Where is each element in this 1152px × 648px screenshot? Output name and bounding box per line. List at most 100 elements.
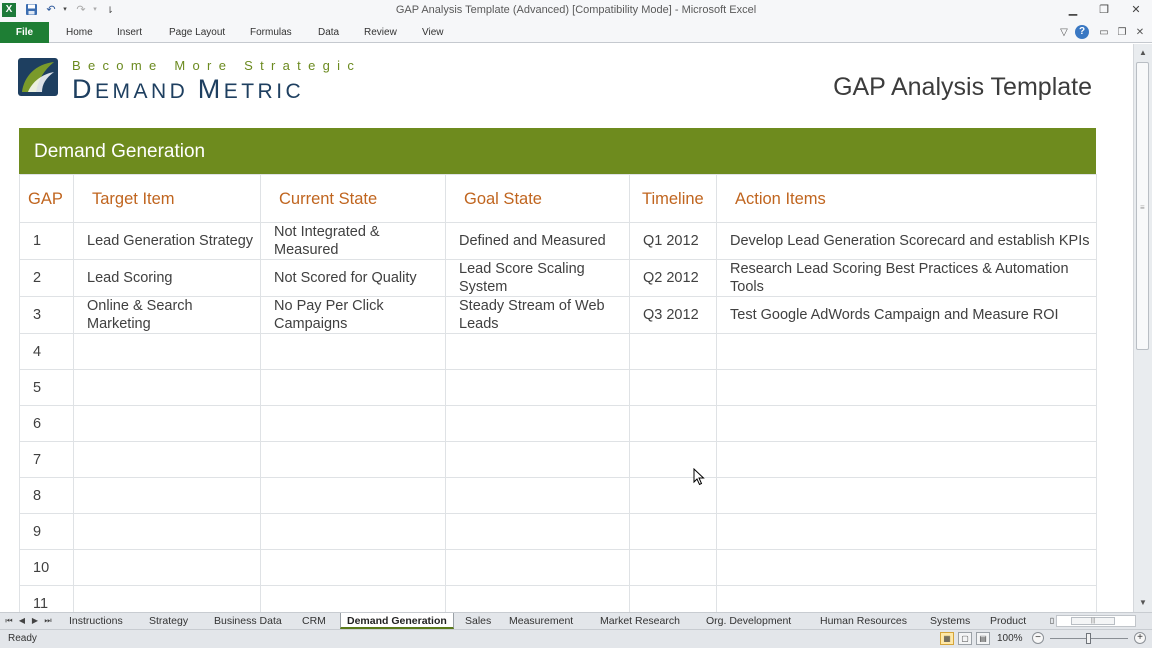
cell-action-items[interactable] [716, 477, 1097, 514]
tab-review[interactable]: Review [364, 22, 397, 43]
cell-timeline[interactable]: Q3 2012 [629, 296, 717, 334]
sheet-tab-business-data[interactable]: Business Data [214, 613, 282, 629]
cell-current-state[interactable] [260, 513, 446, 550]
cell-current-state[interactable] [260, 405, 446, 442]
cell-timeline[interactable]: Q1 2012 [629, 222, 717, 260]
page-break-view-icon[interactable]: ▤ [976, 632, 990, 645]
tab-formulas[interactable]: Formulas [250, 22, 292, 43]
cell-goal-state[interactable] [445, 549, 630, 586]
sheet-tab-strategy[interactable]: Strategy [149, 613, 188, 629]
help-icon[interactable]: ? [1075, 25, 1089, 39]
cell-gap-number[interactable]: 3 [19, 296, 74, 334]
cell-target-item[interactable]: Lead Scoring [73, 259, 261, 297]
first-sheet-icon[interactable]: ⏮ [3, 615, 15, 627]
cell-target-item[interactable] [73, 585, 261, 612]
cell-current-state[interactable] [260, 549, 446, 586]
last-sheet-icon[interactable]: ⏭ [42, 615, 54, 627]
cell-timeline[interactable] [629, 585, 717, 612]
cell-timeline[interactable] [629, 369, 717, 406]
sheet-tab-demand-generation[interactable]: Demand Generation [340, 613, 454, 629]
prev-sheet-icon[interactable]: ◀ [16, 615, 28, 627]
vertical-scrollbar[interactable]: ▲ ≡ ▼ [1133, 44, 1152, 612]
cell-gap-number[interactable]: 10 [19, 549, 74, 586]
cell-current-state[interactable]: No Pay Per Click Campaigns [260, 296, 446, 334]
ribbon-minimize-icon[interactable]: ▽ [1056, 25, 1072, 40]
cell-goal-state[interactable] [445, 513, 630, 550]
zoom-level[interactable]: 100% [997, 633, 1023, 644]
cell-current-state[interactable] [260, 585, 446, 612]
sheet-tab-crm[interactable]: CRM [302, 613, 326, 629]
cell-gap-number[interactable]: 5 [19, 369, 74, 406]
column-header-action-items[interactable]: Action Items [716, 174, 1097, 223]
cell-target-item[interactable]: Online & Search Marketing [73, 296, 261, 334]
cell-action-items[interactable]: Research Lead Scoring Best Practices & A… [716, 259, 1097, 297]
cell-goal-state[interactable] [445, 333, 630, 370]
cell-goal-state[interactable] [445, 369, 630, 406]
cell-goal-state[interactable] [445, 585, 630, 612]
cell-gap-number[interactable]: 9 [19, 513, 74, 550]
minimize-icon[interactable]: ▁ [1062, 2, 1084, 18]
cell-action-items[interactable] [716, 585, 1097, 612]
cell-goal-state[interactable]: Defined and Measured [445, 222, 630, 260]
vertical-scroll-thumb[interactable]: ≡ [1136, 62, 1149, 350]
cell-goal-state[interactable] [445, 405, 630, 442]
restore-icon[interactable]: ❐ [1093, 2, 1115, 18]
next-sheet-icon[interactable]: ▶ [29, 615, 41, 627]
cell-target-item[interactable] [73, 369, 261, 406]
sheet-tab-human-resources[interactable]: Human Resources [820, 613, 907, 629]
scroll-up-icon[interactable]: ▲ [1138, 48, 1148, 57]
worksheet[interactable]: Become More Strategic DEMAND METRIC GAP … [0, 44, 1133, 612]
cell-goal-state[interactable] [445, 441, 630, 478]
sheet-tab-measurement[interactable]: Measurement [509, 613, 573, 629]
cell-timeline[interactable]: Q2 2012 [629, 259, 717, 297]
tab-insert[interactable]: Insert [117, 22, 142, 43]
column-header-timeline[interactable]: Timeline [629, 174, 717, 223]
zoom-out-icon[interactable]: − [1032, 632, 1044, 644]
cell-timeline[interactable] [629, 405, 717, 442]
cell-timeline[interactable] [629, 333, 717, 370]
tab-page-layout[interactable]: Page Layout [169, 22, 225, 43]
cell-timeline[interactable] [629, 513, 717, 550]
cell-action-items[interactable] [716, 441, 1097, 478]
sheet-tab-systems[interactable]: Systems [930, 613, 970, 629]
zoom-in-icon[interactable]: + [1134, 632, 1146, 644]
sheet-tab-market-research[interactable]: Market Research [600, 613, 680, 629]
page-layout-view-icon[interactable]: ▢ [958, 632, 972, 645]
cell-action-items[interactable] [716, 369, 1097, 406]
cell-current-state[interactable] [260, 441, 446, 478]
column-header-goal-state[interactable]: Goal State [445, 174, 630, 223]
workbook-close-icon[interactable]: ✕ [1132, 25, 1148, 40]
tab-home[interactable]: Home [66, 22, 93, 43]
tab-view[interactable]: View [422, 22, 444, 43]
cell-timeline[interactable] [629, 549, 717, 586]
cell-current-state[interactable] [260, 477, 446, 514]
workbook-restore-icon[interactable]: ❐ [1114, 25, 1130, 40]
horizontal-scroll-thumb[interactable]: ||| [1071, 617, 1115, 625]
zoom-slider-thumb[interactable] [1086, 633, 1091, 644]
normal-view-icon[interactable]: ▦ [940, 632, 954, 645]
cell-target-item[interactable]: Lead Generation Strategy [73, 222, 261, 260]
cell-current-state[interactable] [260, 333, 446, 370]
cell-target-item[interactable] [73, 333, 261, 370]
cell-gap-number[interactable]: 6 [19, 405, 74, 442]
cell-action-items[interactable]: Develop Lead Generation Scorecard and es… [716, 222, 1097, 260]
cell-target-item[interactable] [73, 549, 261, 586]
column-header-target-item[interactable]: Target Item [73, 174, 261, 223]
column-header-gap[interactable]: GAP [19, 174, 74, 223]
cell-current-state[interactable]: Not Scored for Quality [260, 259, 446, 297]
cell-action-items[interactable] [716, 405, 1097, 442]
cell-gap-number[interactable]: 7 [19, 441, 74, 478]
close-icon[interactable]: ✕ [1125, 2, 1147, 18]
cell-current-state[interactable] [260, 369, 446, 406]
cell-gap-number[interactable]: 8 [19, 477, 74, 514]
cell-gap-number[interactable]: 1 [19, 222, 74, 260]
sheet-tab-org-development[interactable]: Org. Development [706, 613, 791, 629]
file-tab[interactable]: File [0, 22, 49, 43]
cell-gap-number[interactable]: 11 [19, 585, 74, 612]
sheet-tab-instructions[interactable]: Instructions [69, 613, 123, 629]
tab-data[interactable]: Data [318, 22, 339, 43]
cell-action-items[interactable]: Test Google AdWords Campaign and Measure… [716, 296, 1097, 334]
horizontal-scrollbar[interactable]: ||| [1056, 615, 1136, 627]
workbook-minimize-icon[interactable]: ▭ [1096, 25, 1112, 40]
sheet-tab-product[interactable]: Product [990, 613, 1026, 629]
